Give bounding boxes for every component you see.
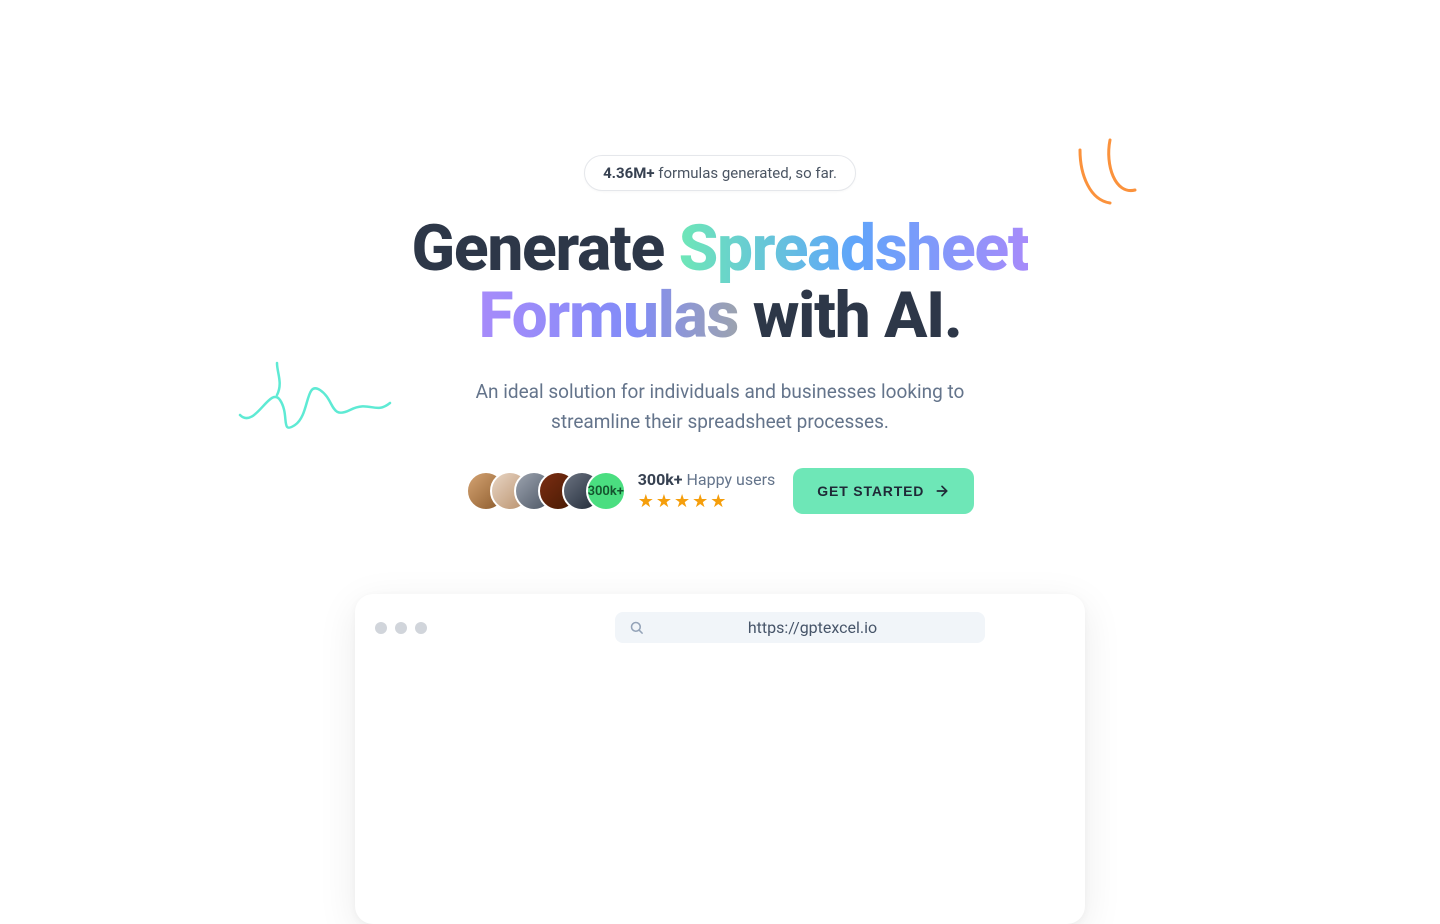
window-dot (375, 622, 387, 634)
headline-part1: Generate (412, 211, 679, 286)
arrow-right-icon (934, 483, 950, 499)
window-controls (375, 622, 427, 634)
search-icon (629, 620, 644, 635)
page-headline: Generate Spreadsheet Formulas with AI. (0, 215, 1440, 349)
stats-suffix: formulas generated, so far. (655, 164, 837, 182)
star-icon: ★ (692, 491, 710, 512)
star-icon: ★ (674, 491, 692, 512)
window-dot (395, 622, 407, 634)
users-label: Happy users (683, 470, 776, 489)
decorative-squiggle-left (235, 355, 395, 449)
stats-badge: 4.36M+ formulas generated, so far. (584, 155, 856, 191)
users-count: 300k+ (638, 470, 683, 489)
headline-part2: Spreadsheet (679, 211, 1029, 286)
url-text: https://gptexcel.io (654, 618, 971, 637)
url-bar: https://gptexcel.io (615, 612, 985, 643)
avatar-stack: 300k+ (466, 471, 626, 511)
star-rating: ★★★★★ (638, 491, 776, 512)
page-subtitle: An ideal solution for individuals and bu… (430, 377, 1010, 436)
stats-count: 4.36M+ (603, 164, 654, 182)
window-dot (415, 622, 427, 634)
headline-part4: with AI. (738, 278, 961, 353)
social-proof: 300k+ 300k+ Happy users ★★★★★ (466, 470, 776, 512)
users-count-text: 300k+ Happy users (638, 470, 776, 489)
star-icon: ★ (656, 491, 674, 512)
star-icon: ★ (710, 491, 728, 512)
decorative-squiggle-right (1075, 135, 1145, 214)
get-started-button[interactable]: GET STARTED (793, 468, 974, 514)
headline-part3: Formulas (478, 278, 738, 353)
browser-mockup: https://gptexcel.io (355, 594, 1085, 924)
cta-label: GET STARTED (817, 483, 924, 499)
star-icon: ★ (638, 491, 656, 512)
avatar-count-badge: 300k+ (586, 471, 626, 511)
